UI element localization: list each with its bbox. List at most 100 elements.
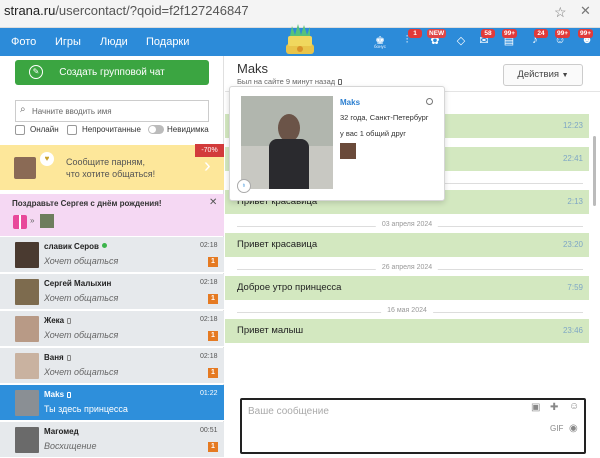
scrollbar[interactable] [593,96,597,396]
contact-name: Сергей Малыхин [44,279,111,288]
gift-badge-icon[interactable]: ♁ [237,179,251,193]
diamond-icon[interactable]: ◇ [452,34,470,50]
create-group-chat-label: Создать групповой чат [59,67,165,78]
bookmark-star-icon[interactable]: ☆ [554,4,567,21]
status-ring-icon [426,98,433,105]
contact-row[interactable]: славик Серов Хочет общаться 02:18 1 [0,237,224,273]
bonus-icon[interactable]: ♚ бонус [371,34,389,50]
promo-banner[interactable]: ♥ Сообщите парням, что хотите общаться! … [0,144,224,190]
date-label: 26 апреля 2024 [375,264,439,271]
message-time: 2:13 [567,197,583,206]
avatar [15,390,39,416]
unread-count-badge: 1 [208,368,218,378]
birthday-banner[interactable]: Поздравьте Сергея с днём рождения! » ✕ [0,194,224,236]
contact-status: Восхищение [44,441,97,451]
invisible-toggle[interactable] [148,125,164,134]
new-badge: NEW [427,29,447,38]
bonus-label: бонус [373,44,386,49]
nav-games[interactable]: Игры [55,36,81,48]
date-separator: 03 апреля 2024 [225,221,589,233]
last-seen-text: Был на сайте 9 минут назад [237,77,336,86]
message-time: 23:20 [562,240,583,249]
promo-text: Сообщите парням, что хотите общаться! [66,156,196,180]
nav-gifts[interactable]: Подарки [146,36,189,48]
contact-row[interactable]: Сергей Малыхин Хочет общаться 02:18 1 [0,274,224,310]
contact-time: 01:22 [200,390,218,397]
mail-badge: 58 [481,29,495,38]
contact-row[interactable]: Maks Ты здесь принцесса 01:22 [0,385,224,421]
phone-icon [338,79,343,85]
online-label: Онлайн [30,125,59,134]
message-text: Привет малыш [237,325,304,336]
url-path: /usercontact/?qoid=f2f127246847 [55,3,249,18]
message-input[interactable] [248,406,508,446]
contact-name-text: славик Серов [44,242,99,251]
scrollbar-thumb[interactable] [593,136,596,206]
message-time: 22:41 [562,154,583,163]
contact-row[interactable]: Жека Хочет общаться 02:18 1 [0,311,224,347]
online-checkbox[interactable] [15,125,25,135]
profile-info: 32 года, Санкт-Петербург [340,113,429,122]
smiley-icon[interactable]: ☺ [569,401,579,412]
contact-time: 02:18 [200,279,218,286]
compose-box: ▣ ✚ ☺ GIF ◉ [240,398,586,454]
chevron-right-icon[interactable]: › [204,155,211,178]
url-domain: strana.ru [4,3,56,18]
promo-avatar [14,157,36,179]
profile-popup: Maks 32 года, Санкт-Петербург у вас 1 об… [229,86,445,201]
search-input[interactable] [32,103,202,119]
close-icon[interactable]: ✕ [580,3,591,19]
message-text: Доброе утро принцесса [237,282,342,293]
gift-icon[interactable]: ▣ [531,402,540,413]
arrow-icon: » [30,216,35,225]
promo-text-line2: что хотите общаться! [66,169,156,179]
contact-time: 02:18 [200,242,218,249]
contact-status: Хочет общаться [44,293,119,303]
messages-badge: 99+ [502,29,518,38]
message-time: 12:23 [562,121,583,130]
message-bubble[interactable]: Привет малыш 23:46 [225,319,589,343]
actions-dropdown[interactable]: Действия ▼ [503,64,583,86]
contact-name: Ваня [44,353,71,362]
logo[interactable] [278,24,322,56]
mutual-friends[interactable]: у вас 1 общий друг [340,129,406,138]
friends-badge: 99+ [578,29,594,38]
photo-head [278,114,300,142]
contact-status: Ты здесь принцесса [44,404,128,414]
camera-icon[interactable]: ◉ [569,423,578,434]
avatar [15,427,39,453]
search-box: ⌕ [15,100,209,122]
message-text: Привет красавица [237,239,318,250]
mutual-friend-avatar[interactable] [340,143,356,159]
gamepad-icon[interactable]: ✚ [550,402,558,413]
contact-row[interactable]: Магомед Восхищение 00:51 1 [0,422,224,458]
close-icon[interactable]: ✕ [209,197,217,208]
gif-icon[interactable]: GIF [550,424,563,433]
nav-people[interactable]: Люди [100,36,128,48]
unread-count-badge: 1 [208,442,218,452]
contact-row[interactable]: Ваня Хочет общаться 02:18 1 [0,348,224,384]
avatar [15,353,39,379]
contact-time: 02:18 [200,353,218,360]
profile-name[interactable]: Maks [340,98,360,107]
notifications-badge: 24 [534,29,548,38]
chat-contact-name[interactable]: Maks [237,61,268,76]
unread-checkbox[interactable] [67,125,77,135]
filters: Онлайн Непрочитанные Невидимка [15,124,215,138]
profile-photo[interactable] [241,96,333,189]
contact-name-text: Сергей Малыхин [44,279,112,288]
create-group-chat-button[interactable]: ✎ Создать групповой чат [15,60,209,85]
online-dot-icon [101,243,107,248]
date-separator: 16 мая 2024 [225,307,589,319]
phone-icon [67,392,72,398]
message-bubble[interactable]: Доброе утро принцесса 7:59 [225,276,589,300]
promo-text-line1: Сообщите парням, [66,157,146,167]
url-text[interactable]: strana.ru/usercontact/?qoid=f2f127246847 [4,3,249,18]
nav-photo[interactable]: Фото [11,36,36,48]
contact-time: 00:51 [200,427,218,434]
contact-time: 02:18 [200,316,218,323]
heart-icon: ♥ [40,152,54,166]
message-bubble[interactable]: Привет красавица 23:20 [225,233,589,257]
birthday-avatar [40,214,54,228]
contact-name-text: Ваня [44,353,64,362]
